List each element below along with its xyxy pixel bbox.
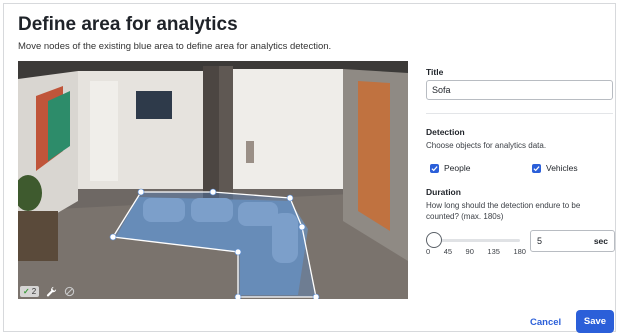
duration-input[interactable]: 5 sec (530, 230, 615, 252)
wrench-icon[interactable] (45, 285, 57, 297)
slider-tick: 135 (487, 247, 500, 256)
dialog-subtitle: Move nodes of the existing blue area to … (18, 41, 332, 52)
slider-tick: 180 (513, 247, 526, 256)
duration-value: 5 (537, 236, 543, 246)
cancel-button[interactable]: Cancel (530, 317, 561, 328)
vehicles-label: Vehicles (546, 163, 578, 173)
save-button[interactable]: Save (576, 310, 614, 333)
disabled-icon[interactable] (63, 285, 75, 297)
duration-unit: sec (593, 236, 608, 246)
slider-ticks: 0 45 90 135 180 (426, 247, 526, 256)
slider-tick: 0 (426, 247, 431, 256)
slider-tick: 45 (443, 247, 453, 256)
people-label: People (444, 163, 471, 173)
analytics-status-badge[interactable]: ✓ 2 (20, 285, 40, 297)
define-area-dialog: Define area for analytics Move nodes of … (3, 3, 616, 333)
duration-label: Duration (426, 187, 461, 197)
camera-snapshot (18, 61, 408, 299)
status-count: 2 (31, 286, 37, 296)
slider-thumb[interactable] (426, 232, 442, 248)
check-icon: ✓ (23, 286, 30, 296)
title-label: Title (426, 67, 444, 77)
dialog-title: Define area for analytics (18, 14, 238, 35)
camera-view[interactable]: ✓ 2 (18, 61, 408, 299)
people-checkbox[interactable]: People (430, 163, 470, 173)
divider (426, 113, 613, 114)
duration-help: How long should the detection endure to … (426, 201, 581, 221)
detection-help: Choose objects for analytics data. (426, 141, 547, 150)
camera-toolbar: ✓ 2 (20, 285, 75, 297)
slider-track (432, 239, 520, 242)
checkbox-checked-icon (430, 163, 439, 173)
checkbox-checked-icon (532, 163, 541, 173)
vehicles-checkbox[interactable]: Vehicles (532, 163, 578, 173)
title-input[interactable] (426, 80, 613, 100)
detection-label: Detection (426, 127, 465, 137)
slider-tick: 90 (465, 247, 474, 256)
